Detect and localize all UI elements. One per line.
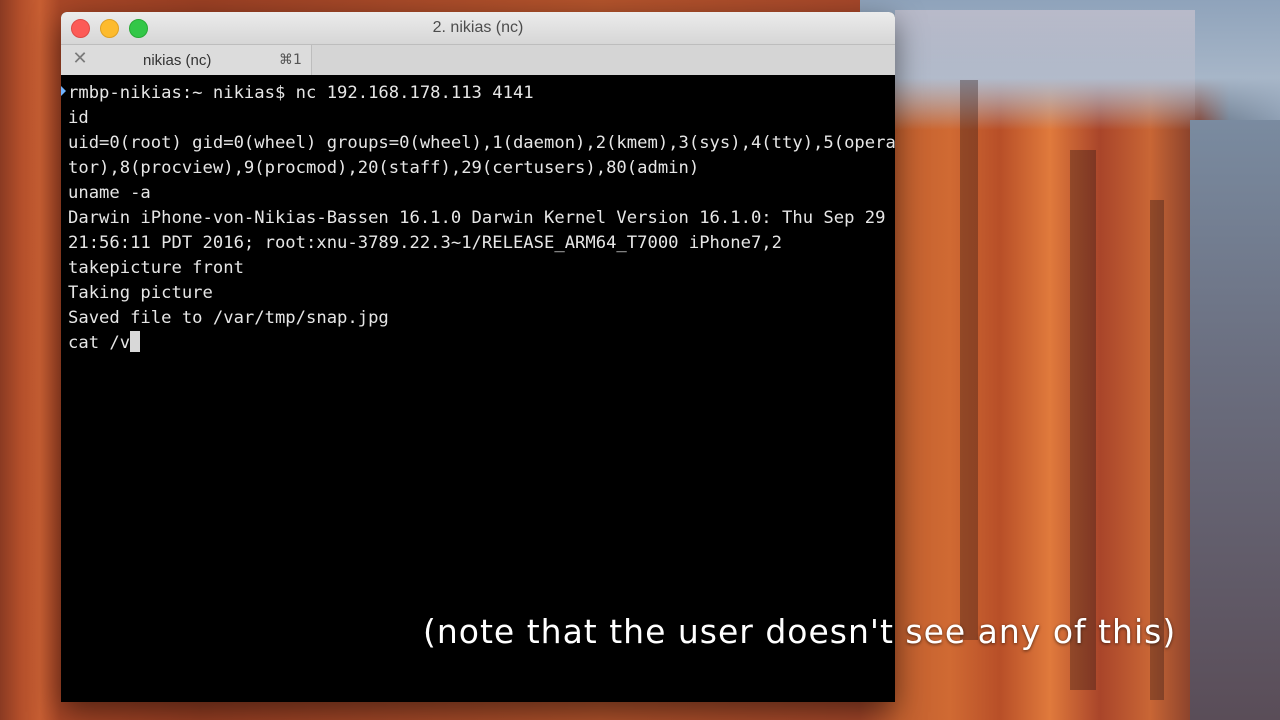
window-title: 2. nikias (nc) [432,19,524,36]
prompt-marker-icon [61,86,66,96]
terminal-line: uname -a [68,183,151,203]
tab-shortcut: ⌘1 [279,52,302,68]
close-icon[interactable]: ✕ [71,50,89,68]
tab-bar: ✕ nikias (nc) ⌘1 [61,45,895,76]
terminal-line: tor),8(procview),9(procmod),20(staff),29… [68,158,700,178]
text-cursor [130,331,141,352]
title-bar[interactable]: 2. nikias (nc) [61,12,895,45]
tab-label: nikias (nc) [143,52,212,69]
wallpaper-streak [960,80,978,640]
wallpaper-cliff-top [895,10,1195,130]
current-input: cat /v [68,333,131,353]
terminal-output[interactable]: rmbp-nikias:~ nikias$ nc 192.168.178.113… [61,75,895,702]
terminal-line: rmbp-nikias:~ nikias$ nc 192.168.178.113… [68,83,534,103]
terminal-line: 21:56:11 PDT 2016; root:xnu-3789.22.3~1/… [68,233,782,253]
wallpaper-rock-side [1190,120,1280,720]
terminal-input-line[interactable]: cat /v [68,331,895,356]
terminal-line: takepicture front [68,258,244,278]
wallpaper-streak [1070,150,1096,690]
terminal-line: Taking picture [68,283,213,303]
terminal-line: Darwin iPhone-von-Nikias-Bassen 16.1.0 D… [68,208,886,228]
terminal-line: id [68,108,89,128]
terminal-window: 2. nikias (nc) ✕ nikias (nc) ⌘1 rmbp-nik… [61,12,895,702]
terminal-line: Saved file to /var/tmp/snap.jpg [68,308,389,328]
terminal-line: uid=0(root) gid=0(wheel) groups=0(wheel)… [68,133,895,153]
tab-nikias[interactable]: ✕ nikias (nc) ⌘1 [61,45,312,75]
video-caption: (note that the user doesn't see any of t… [423,612,1177,651]
